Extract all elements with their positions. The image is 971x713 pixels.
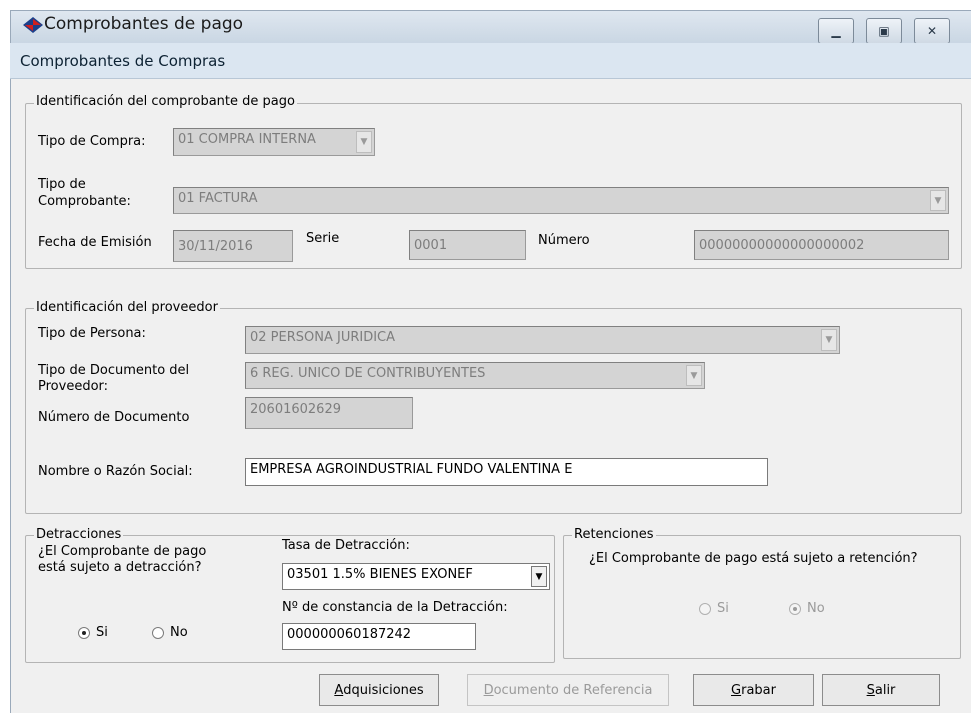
app-icon — [23, 17, 43, 33]
maximize-icon: ▣ — [878, 24, 890, 38]
tipo-persona-select[interactable]: 02 PERSONA JURIDICA ▼ — [245, 326, 840, 354]
form-subtitle: Comprobantes de Compras — [20, 52, 226, 70]
serie-field[interactable]: 0001 — [409, 230, 526, 260]
window-title: Comprobantes de pago — [44, 14, 244, 34]
tipo-comprobante-label-1: Tipo de — [38, 177, 86, 192]
grabar-mnemonic: G — [731, 682, 742, 698]
salir-mnemonic: S — [866, 682, 875, 698]
tipo-documento-label-1: Tipo de Documento del — [38, 363, 190, 378]
detraccion-no-label: No — [170, 625, 188, 640]
constancia-field[interactable]: 000000060187242 — [282, 623, 476, 650]
tipo-documento-label-2: Proveedor: — [38, 379, 109, 394]
close-button[interactable]: ✕ — [914, 18, 950, 44]
comprobante-legend: Identificación del comprobante de pago — [34, 94, 297, 109]
fecha-emision-field[interactable]: 30/11/2016 — [173, 230, 293, 262]
detraccion-no-radio[interactable] — [152, 627, 164, 639]
tipo-comprobante-select[interactable]: 01 FACTURA ▼ — [173, 187, 949, 214]
retencion-si-label: Si — [717, 601, 729, 616]
chevron-down-icon: ▼ — [821, 329, 837, 351]
tipo-documento-select[interactable]: 6 REG. UNICO DE CONTRIBUYENTES ▼ — [245, 362, 705, 389]
detraccion-question-2: está sujeto a detracción? — [38, 560, 202, 575]
retencion-question: ¿El Comprobante de pago está sujeto a re… — [589, 551, 918, 566]
radio-selected-dot — [793, 607, 797, 611]
salir-label: alir — [874, 682, 896, 698]
detraccion-question-1: ¿El Comprobante de pago — [38, 544, 207, 559]
detracciones-legend: Detracciones — [34, 527, 124, 542]
tipo-comprobante-value: 01 FACTURA — [178, 191, 258, 206]
tasa-detraccion-label: Tasa de Detracción: — [282, 538, 410, 553]
documento-mnemonic: D — [483, 682, 494, 698]
chevron-down-icon: ▼ — [356, 131, 372, 153]
documento-referencia-button[interactable]: Documento de Referencia — [467, 674, 669, 706]
detraccion-si-label: Si — [96, 625, 108, 640]
grabar-button[interactable]: Grabar — [693, 674, 814, 706]
tipo-compra-label: Tipo de Compra: — [38, 134, 146, 149]
serie-label: Serie — [306, 231, 340, 246]
retencion-si-radio[interactable] — [699, 603, 711, 615]
numero-label: Número — [538, 233, 590, 248]
tasa-detraccion-select[interactable]: 03501 1.5% BIENES EXONEF ▼ — [282, 563, 550, 590]
constancia-label: Nº de constancia de la Detracción: — [282, 600, 508, 615]
numero-field[interactable]: 00000000000000000002 — [694, 230, 949, 260]
adquisiciones-mnemonic: A — [334, 682, 344, 698]
adquisiciones-label: dquisiciones — [343, 682, 424, 698]
retencion-no-radio[interactable] — [789, 603, 801, 615]
adquisiciones-button[interactable]: Adquisiciones — [319, 674, 439, 706]
detraccion-si-radio[interactable] — [78, 627, 90, 639]
grabar-label: rabar — [741, 682, 776, 698]
proveedor-legend: Identificación del proveedor — [34, 300, 220, 315]
nombre-field[interactable]: EMPRESA AGROINDUSTRIAL FUNDO VALENTINA E — [245, 458, 768, 486]
retenciones-legend: Retenciones — [572, 527, 656, 542]
nombre-label: Nombre o Razón Social: — [38, 464, 193, 479]
numero-documento-label: Número de Documento — [38, 410, 190, 425]
salir-button[interactable]: Salir — [822, 674, 940, 706]
tipo-comprobante-label-2: Comprobante: — [38, 194, 131, 209]
fecha-emision-label: Fecha de Emisión — [38, 235, 152, 250]
numero-documento-field[interactable]: 20601602629 — [245, 397, 413, 429]
tipo-documento-value: 6 REG. UNICO DE CONTRIBUYENTES — [250, 366, 486, 381]
radio-selected-dot — [82, 631, 86, 635]
minimize-icon: ▁ — [831, 24, 841, 38]
close-icon: ✕ — [926, 24, 938, 38]
tipo-compra-value: 01 COMPRA INTERNA — [178, 132, 316, 147]
documento-referencia-label: ocumento de Referencia — [493, 682, 653, 698]
tipo-compra-select[interactable]: 01 COMPRA INTERNA ▼ — [173, 128, 375, 156]
chevron-down-icon: ▼ — [930, 190, 946, 211]
chevron-down-icon: ▼ — [531, 566, 547, 587]
maximize-button[interactable]: ▣ — [866, 18, 902, 44]
chevron-down-icon: ▼ — [686, 365, 702, 386]
tipo-persona-label: Tipo de Persona: — [38, 326, 146, 341]
tasa-detraccion-value: 03501 1.5% BIENES EXONEF — [287, 567, 473, 582]
minimize-button[interactable]: ▁ — [818, 18, 854, 44]
retencion-no-label: No — [807, 601, 825, 616]
tipo-persona-value: 02 PERSONA JURIDICA — [250, 330, 396, 345]
